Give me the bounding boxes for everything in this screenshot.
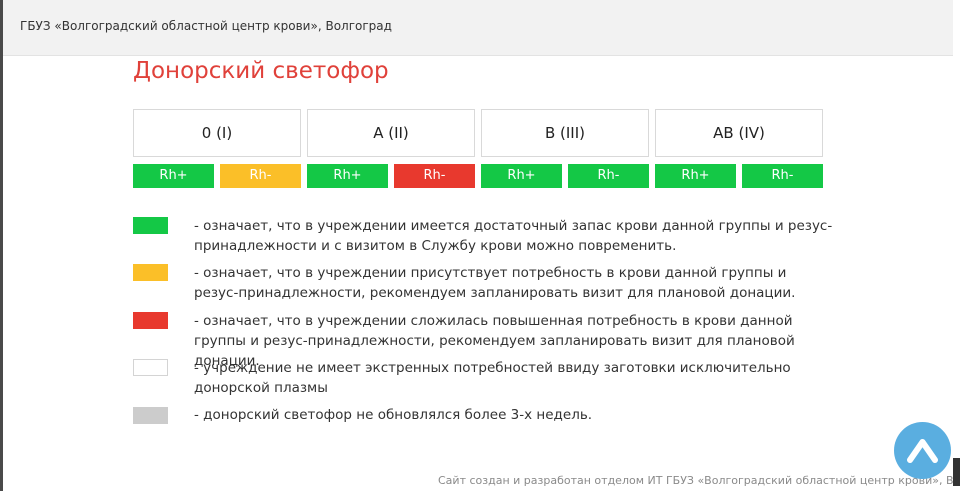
legend-swatch-yellow — [133, 264, 168, 281]
rh-plus-badge-0: Rh+ — [133, 164, 214, 188]
legend-text-green: - означает, что в учреждении имеется дос… — [194, 218, 833, 254]
legend-swatch-green — [133, 217, 168, 234]
rh-plus-badge-a: Rh+ — [307, 164, 388, 188]
group-card-0: 0 (I) — [133, 109, 301, 157]
page: ГБУЗ «Волгоградский областной центр кров… — [0, 0, 960, 491]
group-card-ab: AB (IV) — [655, 109, 823, 157]
footer-credits: Сайт создан и разработан отделом ИТ ГБУЗ… — [438, 474, 960, 487]
legend-text-white: - учреждение не имеет экстренных потребн… — [194, 360, 791, 396]
corner-mark — [953, 458, 960, 486]
rh-minus-badge-b: Rh- — [568, 164, 649, 188]
rh-plus-badge-ab: Rh+ — [655, 164, 736, 188]
header-bar: ГБУЗ «Волгоградский областной центр кров… — [3, 0, 953, 56]
rh-minus-badge-0: Rh- — [220, 164, 301, 188]
scroll-top-button[interactable] — [894, 422, 951, 479]
chevron-up-icon — [907, 439, 938, 463]
legend-swatch-gray — [133, 407, 168, 424]
legend-text-yellow: - означает, что в учреждении присутствуе… — [194, 265, 796, 301]
left-edge — [0, 0, 3, 491]
legend-swatch-white — [133, 359, 168, 376]
rh-plus-badge-b: Rh+ — [481, 164, 562, 188]
legend-swatch-red — [133, 312, 168, 329]
rh-minus-badge-ab: Rh- — [742, 164, 823, 188]
group-card-b: B (III) — [481, 109, 649, 157]
org-title: ГБУЗ «Волгоградский областной центр кров… — [20, 19, 392, 33]
group-card-a: A (II) — [307, 109, 475, 157]
legend-text-gray: - донорский светофор не обновлялся более… — [194, 407, 593, 423]
rh-minus-badge-a: Rh- — [394, 164, 475, 188]
page-title: Донорский светофор — [133, 58, 389, 84]
